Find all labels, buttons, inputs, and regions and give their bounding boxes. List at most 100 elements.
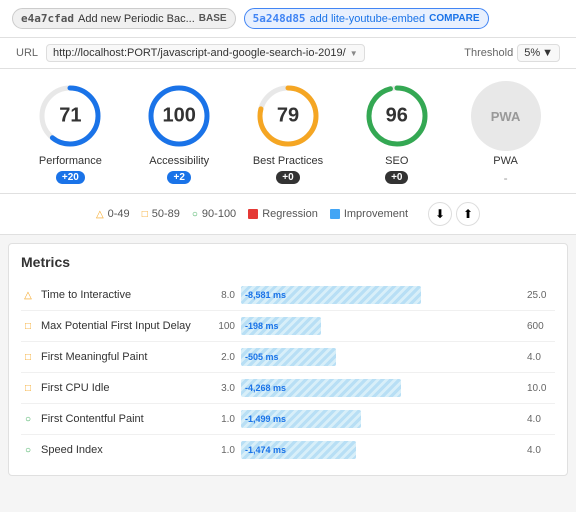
score-circle-best-practices: 79 <box>253 81 323 151</box>
score-item-accessibility: 100 Accessibility +2 <box>134 81 224 184</box>
scores-section: 71 Performance +20 100 Accessibility +2 <box>0 69 576 194</box>
pwa-circle: PWA <box>471 81 541 151</box>
metric-compare-first-contentful-paint: 4.0 <box>527 414 555 425</box>
download-button[interactable]: ⬇ <box>428 202 452 226</box>
metric-bar-time-to-interactive: -8,581 ms <box>241 286 421 304</box>
metric-bar-container-speed-index: -1,474 ms <box>241 440 521 460</box>
url-selector[interactable]: http://localhost:PORT/javascript-and-goo… <box>46 44 365 62</box>
metric-icon-max-potential-first-input-delay: □ <box>21 319 35 333</box>
legend-label-0-49: 0-49 <box>108 208 130 220</box>
improvement-box <box>330 209 340 219</box>
metrics-rows: △ Time to Interactive 8.0 -8,581 ms 25.0… <box>21 280 555 465</box>
score-value-best-practices: 79 <box>277 105 299 128</box>
score-delta-best-practices: +0 <box>276 171 299 184</box>
metric-bar-first-cpu-idle: -4,268 ms <box>241 379 401 397</box>
metric-name-first-contentful-paint: First Contentful Paint <box>41 413 201 425</box>
legend-item-0-49: △ 0-49 <box>96 208 130 220</box>
threshold-selector[interactable]: 5% ▼ <box>517 44 560 62</box>
url-label: URL <box>16 47 38 59</box>
legend-actions: ⬇ ⬆ <box>428 202 480 226</box>
url-chevron-icon: ▼ <box>350 49 358 58</box>
compare-commit-message: add lite-youtube-embed <box>310 13 426 25</box>
score-value-accessibility: 100 <box>163 105 196 128</box>
threshold-value: 5% <box>524 47 540 59</box>
legend-item-90-100: ○ 90-100 <box>192 208 236 220</box>
metric-icon-speed-index: ○ <box>21 443 35 457</box>
metric-compare-first-cpu-idle: 10.0 <box>527 383 555 394</box>
metric-bar-container-time-to-interactive: -8,581 ms <box>241 285 521 305</box>
score-item-pwa: PWA PWA - <box>461 81 551 185</box>
compare-commit-hash: 5a248d85 <box>253 12 306 25</box>
score-label-accessibility: Accessibility <box>149 155 209 167</box>
square-icon: □ <box>142 209 148 220</box>
share-button[interactable]: ⬆ <box>456 202 480 226</box>
metric-icon-time-to-interactive: △ <box>21 288 35 302</box>
score-delta-performance: +20 <box>56 171 85 184</box>
legend-label-90-100: 90-100 <box>202 208 236 220</box>
compare-badge-type: COMPARE <box>429 13 479 24</box>
metric-compare-first-meaningful-paint: 4.0 <box>527 352 555 363</box>
base-commit-badge[interactable]: e4a7cfad Add new Periodic Bac... BASE <box>12 8 236 29</box>
metric-row-speed-index: ○ Speed Index 1.0 -1,474 ms 4.0 <box>21 435 555 465</box>
score-label-seo: SEO <box>385 155 408 167</box>
metric-bar-speed-index: -1,474 ms <box>241 441 356 459</box>
metric-base-max-potential-first-input-delay: 100 <box>207 321 235 332</box>
metric-base-first-meaningful-paint: 2.0 <box>207 352 235 363</box>
score-label-best-practices: Best Practices <box>253 155 323 167</box>
base-badge-type: BASE <box>199 13 227 24</box>
circle-icon: ○ <box>192 209 198 220</box>
score-circle-performance: 71 <box>35 81 105 151</box>
metrics-title: Metrics <box>21 254 555 270</box>
legend-item-improvement: Improvement <box>330 208 408 220</box>
metric-row-first-meaningful-paint: □ First Meaningful Paint 2.0 -505 ms 4.0 <box>21 342 555 373</box>
score-item-seo: 96 SEO +0 <box>352 81 442 184</box>
score-item-best-practices: 79 Best Practices +0 <box>243 81 333 184</box>
metric-name-time-to-interactive: Time to Interactive <box>41 289 201 301</box>
score-value-seo: 96 <box>386 105 408 128</box>
score-circle-seo: 96 <box>362 81 432 151</box>
metric-row-first-cpu-idle: □ First CPU Idle 3.0 -4,268 ms 10.0 <box>21 373 555 404</box>
legend-label-50-89: 50-89 <box>152 208 180 220</box>
url-bar: URL http://localhost:PORT/javascript-and… <box>0 38 576 69</box>
legend-item-regression: Regression <box>248 208 318 220</box>
metric-compare-speed-index: 4.0 <box>527 445 555 456</box>
legend-bar: △ 0-49 □ 50-89 ○ 90-100 Regression Impro… <box>0 194 576 235</box>
score-label-performance: Performance <box>39 155 102 167</box>
pwa-label-abbr: PWA <box>491 109 521 124</box>
triangle-icon: △ <box>96 209 104 220</box>
metric-base-first-contentful-paint: 1.0 <box>207 414 235 425</box>
metric-bar-max-potential-first-input-delay: -198 ms <box>241 317 321 335</box>
metric-bar-container-first-contentful-paint: -1,499 ms <box>241 409 521 429</box>
legend-label-regression: Regression <box>262 208 318 220</box>
metrics-section: Metrics △ Time to Interactive 8.0 -8,581… <box>8 243 568 476</box>
top-bar: e4a7cfad Add new Periodic Bac... BASE 5a… <box>0 0 576 38</box>
threshold-label: Threshold <box>464 47 513 59</box>
scores-grid: 71 Performance +20 100 Accessibility +2 <box>16 81 560 185</box>
legend-label-improvement: Improvement <box>344 208 408 220</box>
metric-bar-first-contentful-paint: -1,499 ms <box>241 410 361 428</box>
metric-bar-container-first-meaningful-paint: -505 ms <box>241 347 521 367</box>
score-label-pwa: PWA <box>493 155 518 167</box>
threshold-section: Threshold 5% ▼ <box>464 44 560 62</box>
metric-bar-first-meaningful-paint: -505 ms <box>241 348 336 366</box>
legend-item-50-89: □ 50-89 <box>142 208 180 220</box>
metric-compare-max-potential-first-input-delay: 600 <box>527 321 555 332</box>
score-delta-accessibility: +2 <box>167 171 190 184</box>
metric-name-first-meaningful-paint: First Meaningful Paint <box>41 351 201 363</box>
score-circle-accessibility: 100 <box>144 81 214 151</box>
metric-base-first-cpu-idle: 3.0 <box>207 383 235 394</box>
metric-bar-container-max-potential-first-input-delay: -198 ms <box>241 316 521 336</box>
metric-row-first-contentful-paint: ○ First Contentful Paint 1.0 -1,499 ms 4… <box>21 404 555 435</box>
base-commit-message: Add new Periodic Bac... <box>78 13 195 25</box>
compare-commit-badge[interactable]: 5a248d85 add lite-youtube-embed COMPARE <box>244 8 489 29</box>
base-commit-hash: e4a7cfad <box>21 12 74 25</box>
metric-bar-container-first-cpu-idle: -4,268 ms <box>241 378 521 398</box>
url-value: http://localhost:PORT/javascript-and-goo… <box>53 47 346 59</box>
metric-row-time-to-interactive: △ Time to Interactive 8.0 -8,581 ms 25.0 <box>21 280 555 311</box>
metric-icon-first-contentful-paint: ○ <box>21 412 35 426</box>
score-value-performance: 71 <box>59 105 81 128</box>
score-delta-pwa: - <box>504 171 508 185</box>
metric-icon-first-cpu-idle: □ <box>21 381 35 395</box>
regression-box <box>248 209 258 219</box>
metric-name-speed-index: Speed Index <box>41 444 201 456</box>
